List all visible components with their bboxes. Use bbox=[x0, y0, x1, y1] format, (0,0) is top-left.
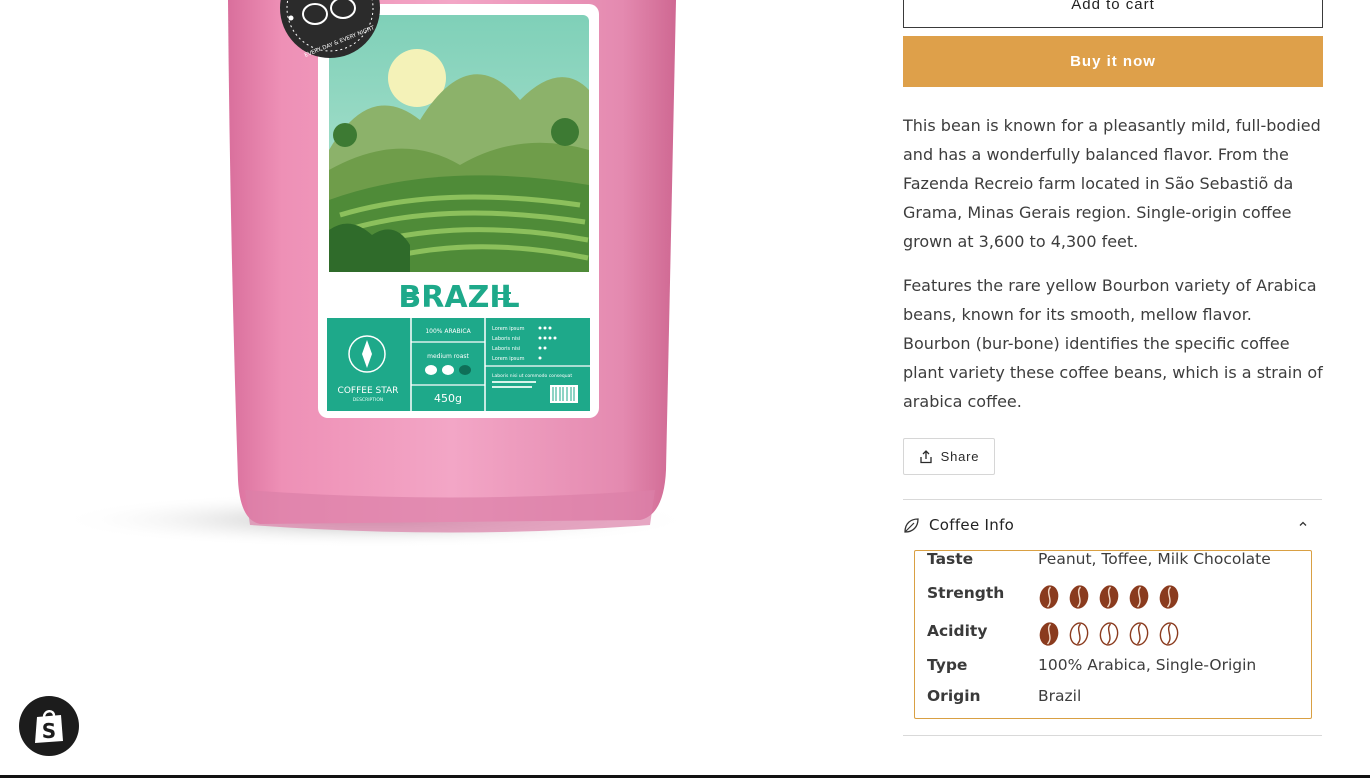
svg-text:Lorem ipsum: Lorem ipsum bbox=[492, 326, 525, 332]
svg-text:100% ARABICA: 100% ARABICA bbox=[425, 328, 471, 335]
strength-label: Strength bbox=[927, 584, 1005, 602]
taste-value: Peanut, Toffee, Milk Chocolate bbox=[1038, 550, 1271, 568]
acidity-rating bbox=[1038, 621, 1180, 647]
shopify-bag-icon: S bbox=[35, 710, 63, 743]
buy-it-now-button[interactable]: Buy it now bbox=[903, 36, 1323, 87]
coffee-bean-filled-icon bbox=[1099, 585, 1119, 609]
bag-name-text: BRAZIL bbox=[398, 280, 519, 315]
type-value: 100% Arabica, Single-Origin bbox=[1038, 656, 1257, 674]
coffee-bean-empty-icon bbox=[1069, 622, 1089, 646]
bag-brand-text: COFFEE STAR bbox=[338, 386, 399, 396]
svg-text:Lorem ipsum: Lorem ipsum bbox=[492, 356, 525, 362]
chevron-up-icon bbox=[1299, 521, 1307, 526]
origin-label: Origin bbox=[927, 687, 981, 705]
divider bbox=[903, 735, 1322, 736]
strength-rating bbox=[1038, 584, 1180, 610]
svg-text:S: S bbox=[42, 719, 56, 743]
coffee-info-table: Taste Peanut, Toffee, Milk Chocolate Str… bbox=[914, 550, 1312, 719]
taste-label: Taste bbox=[927, 550, 974, 568]
coffee-bean-empty-icon bbox=[1159, 622, 1179, 646]
svg-text:Laboris nisi: Laboris nisi bbox=[492, 346, 520, 352]
description-paragraph: This bean is known for a pleasantly mild… bbox=[903, 116, 1321, 251]
shopify-chat-button[interactable]: S bbox=[19, 696, 79, 756]
coffee-bean-filled-icon bbox=[1039, 585, 1059, 609]
coffee-bean-filled-icon bbox=[1069, 585, 1089, 609]
coffee-bean-filled-icon bbox=[1129, 585, 1149, 609]
coffee-bean-filled-icon bbox=[1039, 622, 1059, 646]
coffee-bag-illustration: BRAZIL COFFEE STAR DESCRIPTION 100% ARAB… bbox=[55, 0, 695, 548]
coffee-info-title: Coffee Info bbox=[929, 516, 1015, 534]
divider bbox=[903, 499, 1322, 500]
coffee-bean-filled-icon bbox=[1159, 585, 1179, 609]
svg-text:DESCRIPTION: DESCRIPTION bbox=[353, 397, 383, 403]
product-image[interactable]: BRAZIL COFFEE STAR DESCRIPTION 100% ARAB… bbox=[0, 0, 880, 778]
origin-value: Brazil bbox=[1038, 687, 1082, 705]
coffee-bean-empty-icon bbox=[1099, 622, 1119, 646]
share-button[interactable]: Share bbox=[903, 438, 995, 475]
svg-text:Laboris nisi ut commodo conseq: Laboris nisi ut commodo consequat bbox=[492, 373, 572, 379]
type-label: Type bbox=[927, 656, 968, 674]
svg-text:medium roast: medium roast bbox=[427, 353, 469, 360]
svg-text:Laboris nisi: Laboris nisi bbox=[492, 336, 520, 342]
svg-text:450g: 450g bbox=[434, 392, 462, 405]
leaf-icon bbox=[904, 517, 919, 533]
share-label: Share bbox=[940, 449, 980, 464]
acidity-label: Acidity bbox=[927, 622, 988, 640]
description-paragraph: Features the rare yellow Bourbon variety… bbox=[903, 276, 1323, 411]
add-to-cart-button[interactable]: Add to cart bbox=[903, 0, 1323, 28]
coffee-info-accordion-toggle[interactable]: Coffee Info bbox=[903, 509, 1322, 541]
product-description: This bean is known for a pleasantly mild… bbox=[903, 111, 1323, 431]
coffee-bean-empty-icon bbox=[1129, 622, 1149, 646]
share-icon bbox=[919, 449, 932, 463]
